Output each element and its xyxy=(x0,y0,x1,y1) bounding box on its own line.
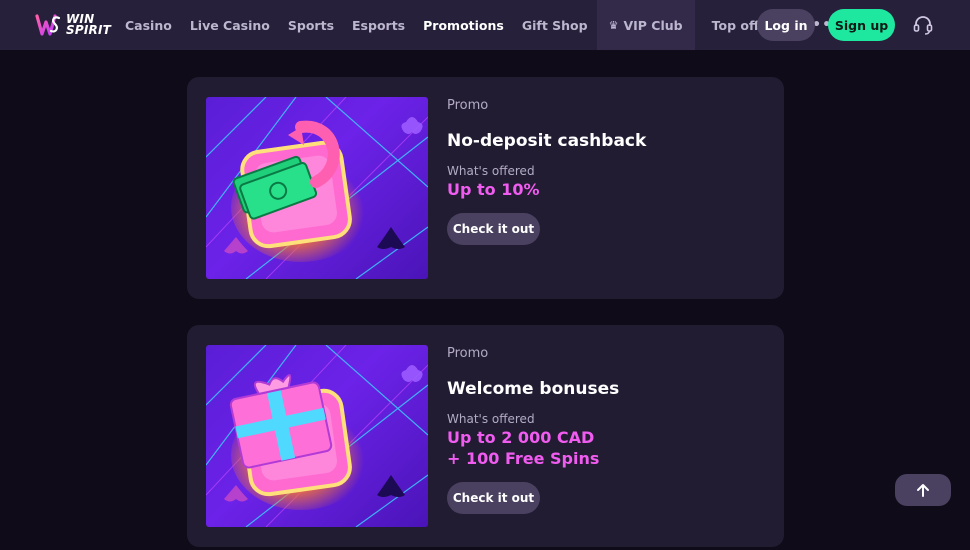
signup-button[interactable]: Sign up xyxy=(828,9,895,41)
check-it-out-button[interactable]: Check it out xyxy=(447,213,540,245)
win-spirit-logo[interactable]: WIN SPIRIT xyxy=(34,9,114,41)
crown-icon: ♛ xyxy=(608,18,619,32)
offer-label: What's offered xyxy=(447,164,535,178)
offer-value-extra: + 100 Free Spins xyxy=(447,449,600,468)
scroll-to-top-button[interactable] xyxy=(895,474,951,506)
promo-content: Promo Welcome bonuses What's offered Up … xyxy=(447,345,619,514)
check-it-out-button[interactable]: Check it out xyxy=(447,482,540,514)
headset-icon[interactable] xyxy=(912,14,934,36)
main-nav: Casino Live Casino Sports Esports Promot… xyxy=(116,0,842,50)
gift-box-icon xyxy=(206,345,428,527)
logo-text-spirit: SPIRIT xyxy=(66,23,111,37)
nav-gift-shop[interactable]: Gift Shop xyxy=(513,0,597,50)
cashback-money-icon xyxy=(206,97,428,279)
promo-label: Promo xyxy=(447,98,489,113)
nav-live-casino[interactable]: Live Casino xyxy=(181,0,279,50)
top-navigation-bar: WIN SPIRIT Casino Live Casino Sports Esp… xyxy=(0,0,970,50)
promo-label: Promo xyxy=(447,346,489,361)
offer-value: Up to 10% xyxy=(447,180,540,199)
promo-content: Promo No-deposit cashback What's offered… xyxy=(447,97,646,245)
nav-sports[interactable]: Sports xyxy=(279,0,343,50)
nav-vip-club[interactable]: ♛ VIP Club xyxy=(596,0,695,50)
login-button[interactable]: Log in xyxy=(757,9,815,41)
offer-label: What's offered xyxy=(447,412,535,426)
nav-esports[interactable]: Esports xyxy=(343,0,414,50)
promo-card: Promo No-deposit cashback What's offered… xyxy=(187,77,784,299)
arrow-up-icon xyxy=(917,484,929,497)
promo-card: Promo Welcome bonuses What's offered Up … xyxy=(187,325,784,547)
promo-title: No-deposit cashback xyxy=(447,131,647,151)
nav-casino[interactable]: Casino xyxy=(116,0,181,50)
nav-promotions[interactable]: Promotions xyxy=(414,0,513,50)
promo-title: Welcome bonuses xyxy=(447,379,620,399)
logo-icon xyxy=(35,14,61,36)
nav-vip-club-label: VIP Club xyxy=(623,17,683,33)
offer-value: Up to 2 000 CAD xyxy=(447,428,595,447)
